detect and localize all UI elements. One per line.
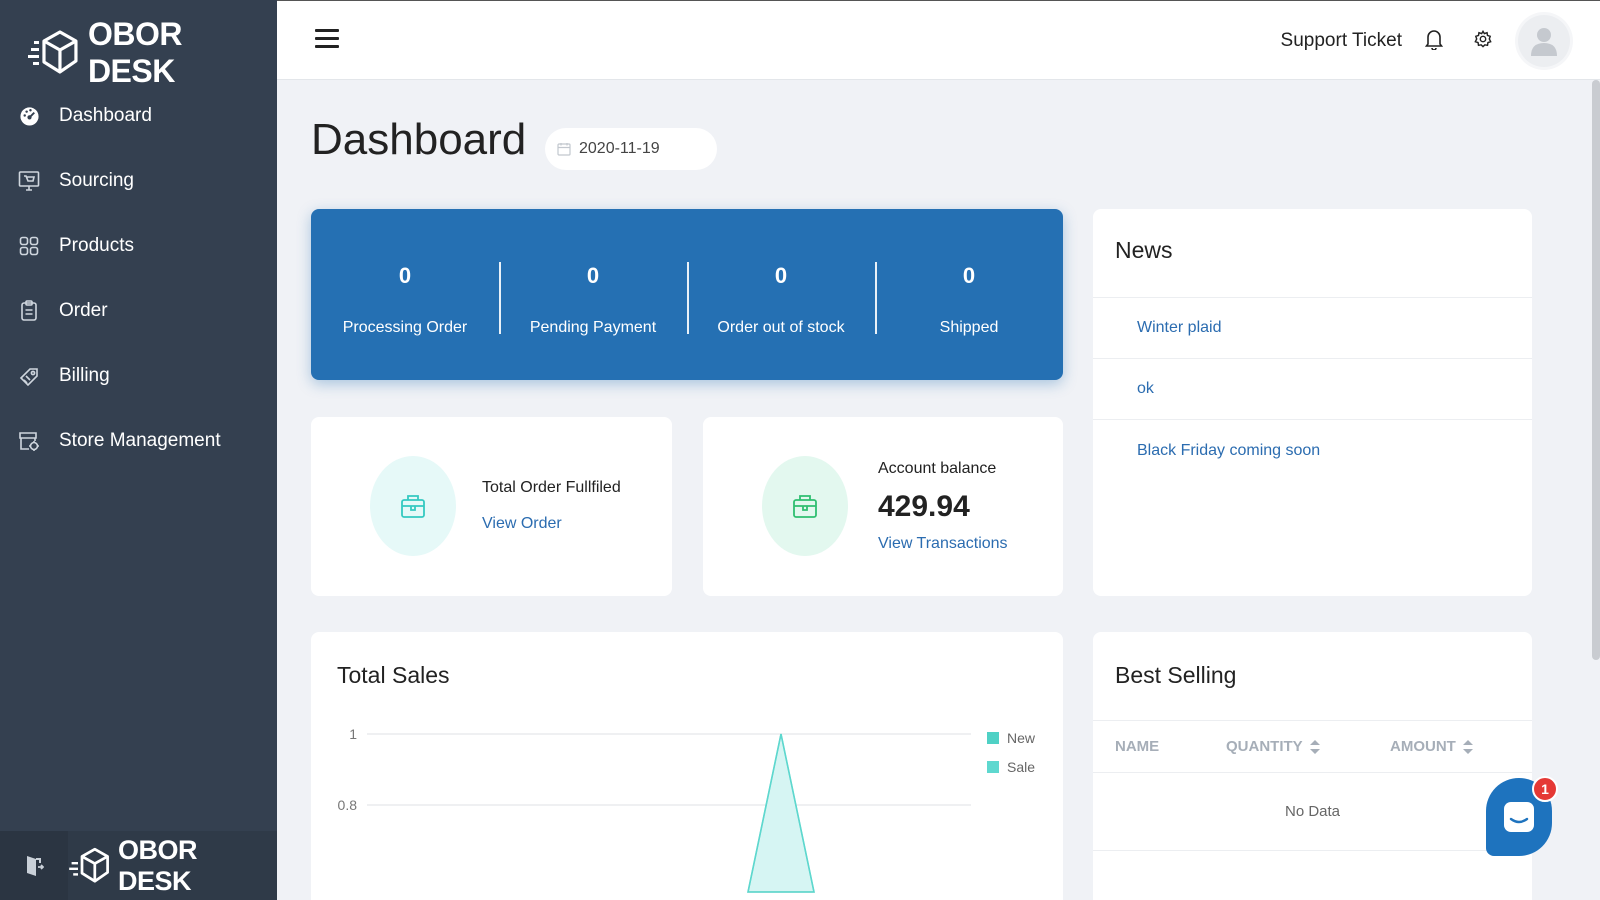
dashboard-icon bbox=[18, 105, 40, 127]
footer-brand-name: OBOR DESK bbox=[118, 834, 198, 896]
legend-label: Sale bbox=[1007, 759, 1035, 775]
best-selling-title: Best Selling bbox=[1093, 632, 1532, 721]
news-title: News bbox=[1093, 209, 1532, 298]
menu-toggle-button[interactable] bbox=[315, 29, 339, 51]
topbar: Support Ticket bbox=[277, 0, 1600, 80]
gear-icon[interactable] bbox=[1474, 29, 1492, 53]
stat-value: 0 bbox=[586, 263, 600, 288]
page-scrollbar[interactable] bbox=[1592, 80, 1600, 660]
sidebar-item-store-management[interactable]: Store Management bbox=[0, 408, 277, 473]
user-icon bbox=[1531, 28, 1557, 56]
sidebar: OBOR DESK Dashboard Sourcing Products Or… bbox=[0, 0, 277, 900]
user-avatar[interactable] bbox=[1518, 15, 1570, 67]
view-transactions-link[interactable]: View Transactions bbox=[878, 535, 1008, 553]
support-ticket-link[interactable]: Support Ticket bbox=[1281, 30, 1402, 52]
column-header-name[interactable]: NAME bbox=[1115, 738, 1226, 755]
bell-icon[interactable] bbox=[1424, 28, 1444, 55]
hamburger-line bbox=[315, 45, 339, 48]
sort-icon bbox=[1309, 739, 1320, 754]
y-tick-label: 0.8 bbox=[338, 797, 358, 813]
stat-value: 0 bbox=[962, 263, 976, 288]
sort-icon bbox=[1462, 739, 1473, 754]
column-label: QUANTITY bbox=[1226, 738, 1303, 755]
chat-unread-badge: 1 bbox=[1532, 776, 1558, 802]
page-title: Dashboard bbox=[311, 115, 527, 164]
date-value: 2020-11-19 bbox=[579, 140, 660, 157]
brand-logo[interactable]: OBOR DESK bbox=[28, 16, 277, 90]
order-stats-panel: 0 Processing Order 0 Pending Payment 0 O… bbox=[311, 209, 1063, 380]
chat-launcher-button[interactable]: 1 bbox=[1486, 776, 1558, 856]
sidebar-item-order[interactable]: Order bbox=[0, 278, 277, 343]
news-item[interactable]: Winter plaid bbox=[1093, 298, 1532, 359]
sourcing-icon bbox=[18, 170, 40, 192]
table-header: NAME QUANTITY AMOUNT bbox=[1093, 721, 1532, 773]
legend-swatch bbox=[987, 761, 999, 773]
sidebar-item-label: Products bbox=[59, 234, 134, 256]
sales-chart: 1 0.8 New Sale bbox=[338, 726, 1036, 893]
sidebar-item-label: Sourcing bbox=[59, 169, 134, 191]
package-icon bbox=[401, 495, 425, 518]
account-balance-card: Account balance 429.94 View Transactions bbox=[703, 417, 1063, 596]
store-icon bbox=[18, 430, 40, 452]
stat-processing-order[interactable]: 0 Processing Order bbox=[311, 209, 499, 380]
legend-swatch bbox=[987, 732, 999, 744]
calendar-icon bbox=[557, 143, 571, 156]
sidebar-item-dashboard[interactable]: Dashboard bbox=[0, 83, 277, 148]
stat-value: 0 bbox=[398, 263, 412, 288]
sidebar-item-billing[interactable]: Billing bbox=[0, 343, 277, 408]
stat-order-out-of-stock[interactable]: 0 Order out of stock bbox=[687, 209, 875, 380]
footer-brand-logo: OBOR DESK bbox=[68, 831, 277, 900]
main-content: Dashboard 2020-11-19 0 Processing Order … bbox=[277, 80, 1600, 900]
stat-shipped[interactable]: 0 Shipped bbox=[875, 209, 1063, 380]
cube-logo-icon bbox=[28, 30, 78, 74]
sidebar-item-products[interactable]: Products bbox=[0, 213, 277, 278]
news-item[interactable]: ok bbox=[1093, 359, 1532, 420]
stat-value: 0 bbox=[774, 263, 788, 288]
stat-label: Shipped bbox=[939, 319, 999, 336]
column-label: AMOUNT bbox=[1390, 738, 1456, 755]
card-title: Account balance bbox=[878, 460, 997, 477]
column-label: NAME bbox=[1115, 738, 1160, 755]
balance-icon-circle bbox=[762, 456, 848, 556]
sidebar-item-label: Billing bbox=[59, 364, 110, 386]
billing-icon bbox=[18, 365, 40, 387]
brand-name: OBOR DESK bbox=[87, 16, 183, 89]
stat-label: Order out of stock bbox=[717, 319, 845, 336]
stat-label: Pending Payment bbox=[529, 319, 657, 336]
card-title: Total Order Fullfiled bbox=[482, 479, 621, 496]
table-empty-state: No Data bbox=[1093, 773, 1532, 851]
cube-logo-icon bbox=[69, 847, 109, 883]
hamburger-line bbox=[315, 37, 339, 40]
column-header-quantity[interactable]: QUANTITY bbox=[1226, 738, 1390, 755]
news-item[interactable]: Black Friday coming soon bbox=[1093, 420, 1532, 481]
sidebar-footer: OBOR DESK bbox=[0, 831, 277, 900]
sidebar-item-sourcing[interactable]: Sourcing bbox=[0, 148, 277, 213]
y-tick-label: 1 bbox=[349, 726, 357, 742]
series-area-new bbox=[747, 733, 815, 893]
logout-icon bbox=[27, 855, 44, 876]
logout-button[interactable] bbox=[0, 831, 68, 900]
package-icon bbox=[793, 495, 817, 518]
news-card: News Winter plaid ok Black Friday coming… bbox=[1093, 209, 1532, 596]
sidebar-item-label: Store Management bbox=[59, 429, 221, 451]
products-icon bbox=[18, 235, 40, 257]
topbar-actions: Support Ticket bbox=[1281, 1, 1570, 81]
legend-label: New bbox=[1007, 730, 1036, 746]
sidebar-nav: Dashboard Sourcing Products Order Billin… bbox=[0, 83, 277, 473]
column-header-amount[interactable]: AMOUNT bbox=[1390, 738, 1473, 755]
chat-icon bbox=[1504, 802, 1534, 832]
date-picker[interactable]: 2020-11-19 bbox=[545, 128, 717, 170]
sidebar-item-label: Dashboard bbox=[59, 104, 152, 126]
stat-pending-payment[interactable]: 0 Pending Payment bbox=[499, 209, 687, 380]
best-selling-card: Best Selling NAME QUANTITY AMOUNT No Dat… bbox=[1093, 632, 1532, 900]
order-icon-circle bbox=[370, 456, 456, 556]
total-order-fulfilled-card: Total Order Fullfiled View Order bbox=[311, 417, 672, 596]
view-order-link[interactable]: View Order bbox=[482, 515, 562, 533]
balance-amount: 429.94 bbox=[878, 490, 970, 523]
hamburger-line bbox=[315, 29, 339, 32]
order-icon bbox=[18, 299, 40, 322]
total-sales-card: Total Sales 1 0.8 New Sale bbox=[311, 632, 1063, 900]
stat-label: Processing Order bbox=[342, 319, 468, 336]
sidebar-item-label: Order bbox=[59, 299, 108, 321]
